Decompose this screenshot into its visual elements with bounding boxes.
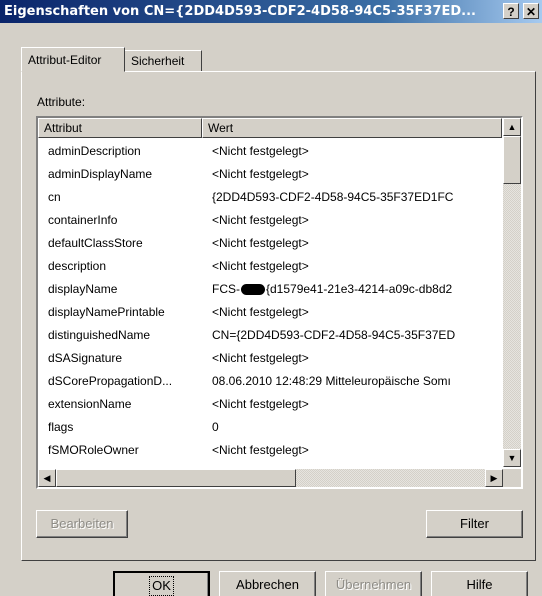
table-row[interactable]: distinguishedName CN={2DD4D593-CDF2-4D58-… [38,324,500,347]
apply-button[interactable]: Übernehmen [325,571,422,596]
attribute-name: fSMORoleOwner [48,443,139,457]
arrow-down-icon[interactable]: ▼ [503,449,521,467]
attribute-name: containerInfo [48,213,118,227]
tab-label: Sicherheit [131,54,185,68]
attribute-value: <Nicht festgelegt> [212,259,309,273]
title-bar[interactable]: Eigenschaften von CN={2DD4D593-CDF2-4D58… [0,0,542,23]
attribute-value: <Nicht festgelegt> [212,213,309,227]
table-row[interactable]: cn {2DD4D593-CDF2-4D58-94C5-35F37ED1FC [38,186,500,209]
edit-button[interactable]: Bearbeiten [36,510,128,538]
table-row[interactable]: dSCorePropagationD... 08.06.2010 12:48:29… [38,370,500,393]
value-rest: {d1579e41-21e3-4214-a09c-db8d2 [266,282,453,296]
window-title: Eigenschaften von CN={2DD4D593-CDF2-4D58… [4,4,476,19]
table-row[interactable]: extensionName <Nicht festgelegt> [38,393,500,416]
filter-button[interactable]: Filter [426,510,523,538]
table-row[interactable]: description <Nicht festgelegt> [38,255,500,278]
tab-security[interactable]: Sicherheit [124,50,202,72]
scroll-corner [503,469,521,487]
attribute-value: 08.06.2010 12:48:29 Mitteleuropäische So… [212,374,451,388]
help-icon[interactable]: ? [503,3,519,19]
horizontal-scrollbar[interactable]: ◀ ▶ [38,469,503,487]
arrow-left-icon[interactable]: ◀ [38,469,56,487]
attribute-name: dSCorePropagationD... [48,374,173,388]
attribute-value: <Nicht festgelegt> [212,144,309,158]
table-row[interactable]: adminDisplayName <Nicht festgelegt> [38,163,500,186]
attribute-value: 0 [212,420,219,434]
help-button[interactable]: Hilfe [431,571,528,596]
table-row[interactable]: displayName FCS- {d1579e41-21e3-4214-a09c-… [38,278,500,301]
close-icon[interactable]: ✕ [523,3,539,19]
arrow-right-icon[interactable]: ▶ [485,469,503,487]
tab-attribute-editor[interactable]: Attribut-Editor [21,47,125,72]
column-header-attribute[interactable]: Attribut [38,118,202,138]
table-row[interactable]: containerInfo <Nicht festgelegt> [38,209,500,232]
cancel-button[interactable]: Abbrechen [219,571,316,596]
attribute-name: distinguishedName [48,328,151,342]
vertical-scrollbar[interactable]: ▲ ▼ [503,118,521,467]
attribute-name: defaultClassStore [48,236,143,250]
ok-button[interactable]: OK [113,571,210,596]
table-row[interactable]: adminDescription <Nicht festgelegt> [38,140,500,163]
tab-label: Attribut-Editor [28,53,102,67]
attribute-value: <Nicht festgelegt> [212,351,309,365]
attribute-name: displayNamePrintable [48,305,165,319]
attribute-value: FCS- {d1579e41-21e3-4214-a09c-db8d2 [212,278,500,301]
attribute-value: <Nicht festgelegt> [212,397,309,411]
vertical-scroll-thumb[interactable] [503,136,521,184]
attribute-value: <Nicht festgelegt> [212,167,309,181]
attributes-label: Attribute: [37,95,86,109]
attribute-name: adminDescription [48,144,141,158]
attribute-name: cn [48,190,61,204]
attribute-name: extensionName [48,397,132,411]
ok-button-label: OK [149,576,174,596]
redaction-mark [241,284,265,296]
arrow-up-icon[interactable]: ▲ [503,118,521,136]
value-prefix: FCS- [212,282,240,296]
attribute-value: <Nicht festgelegt> [212,236,309,250]
horizontal-scroll-thumb[interactable] [56,469,296,487]
attribute-name: description [48,259,107,273]
attribute-name: dSASignature [48,351,123,365]
table-row[interactable]: fSMORoleOwner <Nicht festgelegt> [38,439,500,462]
attribute-name: displayName [48,282,118,296]
table-row[interactable]: defaultClassStore <Nicht festgelegt> [38,232,500,255]
column-header-value[interactable]: Wert [202,118,502,138]
table-row[interactable]: displayNamePrintable <Nicht festgelegt> [38,301,500,324]
attribute-value: <Nicht festgelegt> [212,443,309,457]
attribute-name: adminDisplayName [48,167,153,181]
attribute-name: flags [48,420,74,434]
attribute-value: {2DD4D593-CDF2-4D58-94C5-35F37ED1FC [212,190,454,204]
properties-dialog: Eigenschaften von CN={2DD4D593-CDF2-4D58… [0,0,542,596]
attribute-value: CN={2DD4D593-CDF2-4D58-94C5-35F37ED [212,328,456,342]
attribute-value: <Nicht festgelegt> [212,305,309,319]
table-row[interactable]: dSASignature <Nicht festgelegt> [38,347,500,370]
attribute-list[interactable]: Attribut Wert adminDescription <Nicht fes… [36,116,523,489]
table-row[interactable]: flags 0 [38,416,500,439]
